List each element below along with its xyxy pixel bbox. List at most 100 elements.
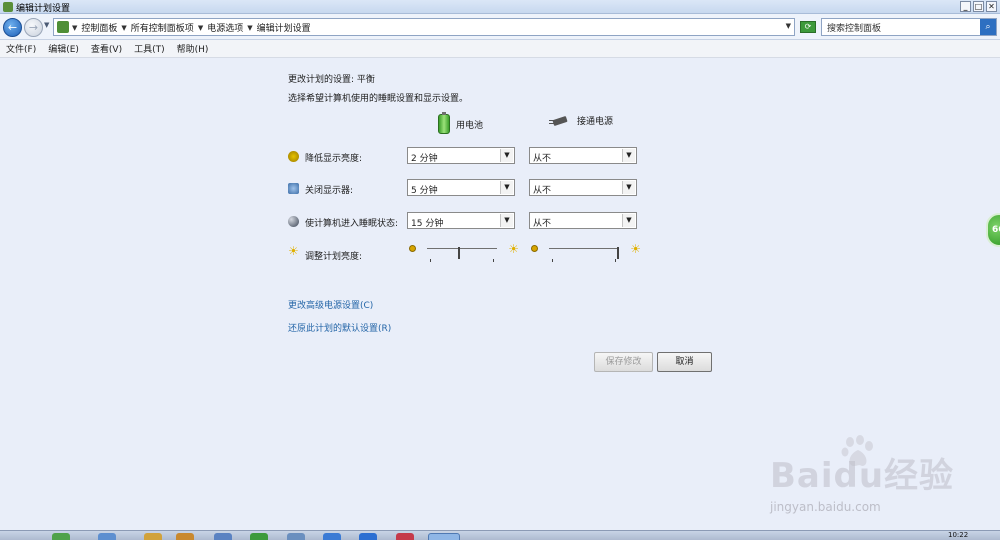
taskbar-app-icon[interactable] [396, 533, 414, 540]
taskbar-app-icon[interactable] [250, 533, 268, 540]
sleep-row: 使计算机进入睡眠状态: 15 分钟 ▼ 从不 ▼ [288, 212, 648, 230]
dim-sun-icon [409, 245, 416, 252]
menu-file[interactable]: 文件(F) [6, 42, 36, 55]
restore-defaults-link[interactable]: 还原此计划的默认设置(R) [288, 321, 391, 334]
breadcrumb-all-items[interactable]: 所有控制面板项 [131, 21, 194, 34]
dim-display-row: 降低显示亮度: 2 分钟 ▼ 从不 ▼ [288, 147, 648, 165]
menu-tools[interactable]: 工具(T) [134, 42, 165, 55]
slider-tick [615, 259, 616, 262]
search-icon[interactable]: ⌕ [980, 19, 996, 35]
chevron-down-icon[interactable]: ▼ [622, 214, 635, 227]
bright-sun-icon: ☀ [630, 242, 641, 256]
turn-off-display-label: 关闭显示器: [305, 186, 354, 196]
save-button[interactable]: 保存修改 [594, 352, 653, 372]
brightness-row: ☀ 调整计划亮度: ☀ ☀ [288, 243, 648, 267]
taskbar-active-window[interactable] [428, 533, 460, 540]
menu-view[interactable]: 查看(V) [91, 42, 122, 55]
taskbar-app-icon[interactable] [176, 533, 194, 540]
history-dropdown-icon[interactable]: ▼ [44, 21, 49, 29]
chevron-down-icon[interactable]: ▼ [500, 181, 513, 194]
monitor-icon [288, 183, 299, 194]
selected-value: 2 分钟 [411, 154, 438, 164]
menu-bar: 文件(F) 编辑(E) 查看(V) 工具(T) 帮助(H) [0, 40, 1000, 58]
dim-brightness-icon [288, 151, 299, 162]
turn-off-display-battery-select[interactable]: 5 分钟 ▼ [407, 179, 515, 196]
address-dropdown-icon[interactable]: ▼ [786, 22, 791, 30]
sleep-label: 使计算机进入睡眠状态: [305, 219, 399, 229]
close-button[interactable]: ✕ [986, 1, 997, 12]
chevron-right-icon[interactable]: ▼ [72, 24, 77, 32]
page-title: 更改计划的设置: 平衡 [288, 75, 375, 85]
search-input[interactable]: 搜索控制面板 ⌕ [821, 18, 997, 36]
control-panel-icon [57, 21, 69, 33]
taskbar-app-icon[interactable] [214, 533, 232, 540]
battery-column-header: 用电池 [438, 112, 484, 134]
slider-tick [552, 259, 553, 262]
slider-thumb[interactable] [617, 247, 619, 259]
watermark-brand: Baidu经验 [770, 456, 955, 496]
refresh-icon[interactable]: ⟳ [800, 21, 816, 33]
sleep-battery-select[interactable]: 15 分钟 ▼ [407, 212, 515, 229]
power-plug-icon [549, 115, 571, 127]
turn-off-display-plugged-select[interactable]: 从不 ▼ [529, 179, 637, 196]
advanced-power-settings-link[interactable]: 更改高级电源设置(C) [288, 298, 373, 311]
chevron-down-icon[interactable]: ▼ [622, 181, 635, 194]
cancel-button[interactable]: 取消 [657, 352, 712, 372]
brightness-label: 调整计划亮度: [305, 252, 363, 262]
breadcrumb: ▼ 控制面板 ▼ 所有控制面板项 ▼ 电源选项 ▼ 编辑计划设置 [72, 21, 311, 35]
taskbar-clock: 10:22 [948, 531, 969, 539]
chevron-down-icon[interactable]: ▼ [500, 214, 513, 227]
chevron-down-icon[interactable]: ▼ [622, 149, 635, 162]
breadcrumb-edit-plan[interactable]: 编辑计划设置 [257, 21, 311, 34]
battery-brightness-slider[interactable]: ☀ [409, 243, 519, 263]
side-widget-badge[interactable]: 66 [986, 213, 1000, 247]
turn-off-display-row: 关闭显示器: 5 分钟 ▼ 从不 ▼ [288, 179, 648, 197]
selected-value: 从不 [533, 154, 552, 164]
dim-display-label: 降低显示亮度: [305, 154, 363, 164]
taskbar-app-icon[interactable] [323, 533, 341, 540]
slider-track[interactable] [549, 247, 619, 259]
taskbar-app-icon[interactable] [144, 533, 162, 540]
breadcrumb-control-panel[interactable]: 控制面板 [81, 21, 117, 34]
dim-display-battery-select[interactable]: 2 分钟 ▼ [407, 147, 515, 164]
breadcrumb-power-options[interactable]: 电源选项 [207, 21, 243, 34]
battery-icon [438, 112, 450, 134]
plugged-column-label: 接通电源 [577, 117, 614, 127]
taskbar-app-icon[interactable] [52, 533, 70, 540]
slider-track[interactable] [427, 247, 497, 259]
taskbar-app-icon[interactable] [287, 533, 305, 540]
taskbar-app-icon[interactable] [98, 533, 116, 540]
battery-column-label: 用电池 [456, 120, 484, 131]
chevron-right-icon[interactable]: ▼ [121, 24, 126, 32]
minimize-button[interactable]: _ [960, 1, 971, 12]
slider-tick [430, 259, 431, 262]
forward-button[interactable]: → [24, 18, 43, 37]
slider-tick [493, 259, 494, 262]
plugged-brightness-slider[interactable]: ☀ [531, 243, 641, 263]
selected-value: 从不 [533, 186, 552, 196]
taskbar: 10:22 [0, 530, 1000, 540]
back-button[interactable]: ← [3, 18, 22, 37]
menu-help[interactable]: 帮助(H) [177, 42, 209, 55]
address-toolbar: ← → ▼ ▼ 控制面板 ▼ 所有控制面板项 ▼ 电源选项 ▼ 编辑计划设置 ▼… [0, 14, 1000, 40]
search-placeholder: 搜索控制面板 [827, 24, 882, 34]
chevron-right-icon[interactable]: ▼ [247, 24, 252, 32]
sun-icon: ☀ [288, 244, 299, 258]
watermark-url: jingyan.baidu.com [770, 500, 881, 514]
moon-sleep-icon [288, 216, 299, 227]
plugged-column-header: 接通电源 [549, 114, 613, 127]
taskbar-app-icon[interactable] [359, 533, 377, 540]
restore-button[interactable]: □ [973, 1, 984, 12]
menu-edit[interactable]: 编辑(E) [48, 42, 79, 55]
page-description: 选择希望计算机使用的睡眠设置和显示设置。 [288, 94, 469, 104]
title-bar: 编辑计划设置 _ □ ✕ [0, 0, 1000, 14]
address-bar[interactable]: ▼ 控制面板 ▼ 所有控制面板项 ▼ 电源选项 ▼ 编辑计划设置 ▼ [53, 18, 795, 36]
chevron-right-icon[interactable]: ▼ [198, 24, 203, 32]
bright-sun-icon: ☀ [508, 242, 519, 256]
sleep-plugged-select[interactable]: 从不 ▼ [529, 212, 637, 229]
chevron-down-icon[interactable]: ▼ [500, 149, 513, 162]
selected-value: 5 分钟 [411, 186, 438, 196]
slider-thumb[interactable] [458, 247, 460, 259]
power-options-app-icon [3, 2, 13, 12]
dim-display-plugged-select[interactable]: 从不 ▼ [529, 147, 637, 164]
